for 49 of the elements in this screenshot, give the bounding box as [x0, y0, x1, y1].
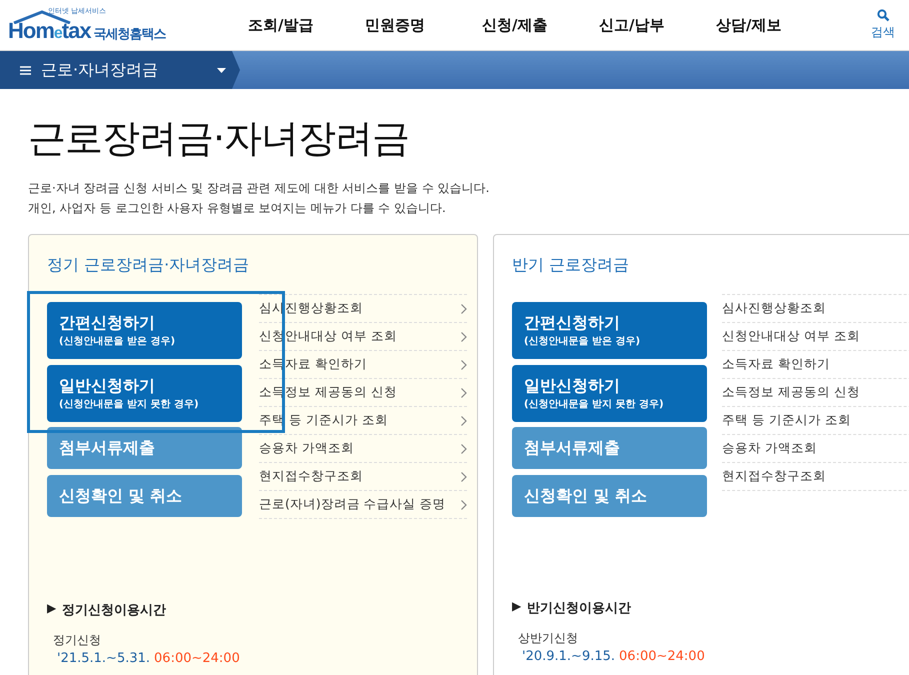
nav-menu-item[interactable]: 상담/제보 — [716, 16, 833, 34]
apply-button[interactable]: 일반신청하기 (신청안내문을 받지 못한 경우) — [47, 365, 242, 422]
search-button[interactable]: 검색 — [871, 9, 895, 41]
search-icon — [876, 9, 890, 22]
service-link[interactable]: 승용차 가액조회 — [722, 440, 817, 457]
chevron-right-icon — [461, 416, 467, 426]
nav-menu-item[interactable]: 신고/납부 — [599, 16, 716, 34]
schedule-heading: 정기신청이용시간 — [62, 602, 166, 619]
panel-title: 정기 근로장려금·자녀장려금 — [47, 255, 250, 276]
schedule-time: 06:00~24:00 — [619, 649, 705, 664]
service-link[interactable]: 신청안내대상 여부 조회 — [722, 328, 860, 345]
service-link[interactable]: 소득자료 확인하기 — [722, 356, 830, 373]
caret-icon — [217, 68, 226, 72]
apply-button[interactable]: 간편신청하기 (신청안내문을 받은 경우) — [47, 302, 242, 359]
panel-title: 반기 근로장려금 — [512, 255, 630, 276]
nav-menu-item[interactable]: 민원증명 — [365, 16, 482, 34]
schedule-label: 정기신청 — [53, 633, 101, 647]
service-link[interactable]: 근로(자녀)장려금 수급사실 증명 — [259, 496, 446, 513]
menu-icon — [20, 66, 31, 74]
chevron-right-icon — [461, 500, 467, 510]
page-description: 개인, 사업자 등 로그인한 사용자 유형별로 보여지는 메뉴가 다를 수 있습니다. — [28, 200, 447, 217]
chevron-right-icon — [461, 332, 467, 342]
service-link[interactable]: 주택 등 기준시가 조회 — [722, 412, 851, 429]
chevron-right-icon — [461, 444, 467, 454]
apply-button[interactable]: 간편신청하기 (신청안내문을 받은 경우) — [512, 302, 707, 359]
chevron-right-icon — [461, 472, 467, 482]
nav-menu-item[interactable]: 신청/제출 — [482, 16, 599, 34]
schedule-date: '20.9.1.~9.15. — [522, 649, 616, 664]
page-title: 근로장려금·자녀장려금 — [28, 115, 410, 162]
service-link[interactable]: 심사진행상황조회 — [722, 300, 826, 317]
chevron-right-icon — [461, 388, 467, 398]
schedule-date: '21.5.1.~5.31. — [57, 651, 150, 666]
breadcrumb-dropdown[interactable]: 근로·자녀장려금 — [0, 51, 240, 89]
logo-korean-name: 국세청홈택스 — [94, 26, 166, 43]
schedule-heading: 반기신청이용시간 — [527, 600, 632, 617]
page-description: 근로·자녀 장려금 신청 서비스 및 장려금 관련 제도에 대한 서비스를 받을 수 있습니다. — [28, 180, 490, 197]
logo-wordmark[interactable]: Hometax — [8, 18, 91, 44]
triangle-marker: ▶ — [47, 601, 56, 617]
apply-button[interactable]: 일반신청하기 (신청안내문을 받지 못한 경우) — [512, 365, 707, 422]
schedule-label: 상반기신청 — [518, 631, 578, 645]
service-link[interactable]: 승용차 가액조회 — [259, 440, 354, 457]
service-link[interactable]: 현지접수창구조회 — [259, 468, 363, 485]
service-link[interactable]: 소득정보 제공동의 신청 — [722, 384, 860, 401]
chevron-right-icon — [461, 304, 467, 314]
schedule-time: 06:00~24:00 — [154, 651, 240, 666]
triangle-marker: ▶ — [512, 599, 522, 615]
nav-menu-item[interactable]: 조회/발급 — [248, 16, 365, 34]
service-link[interactable]: 현지접수창구조회 — [722, 468, 826, 485]
chevron-right-icon — [461, 360, 467, 370]
